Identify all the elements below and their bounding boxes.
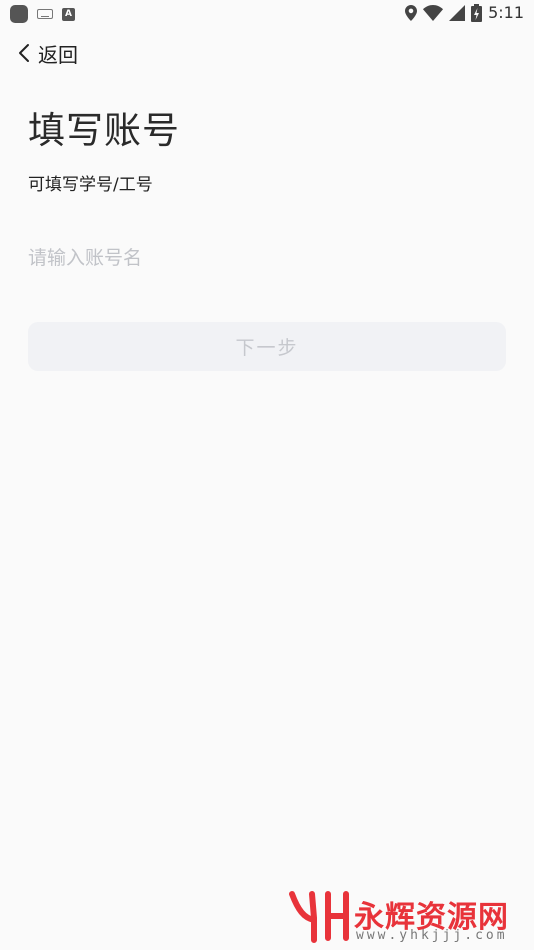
watermark-logo: [289, 891, 349, 943]
page-subtitle: 可填写学号/工号: [28, 175, 153, 195]
input-method-icon: A: [62, 7, 75, 21]
back-button[interactable]: 返回: [18, 38, 78, 68]
back-label: 返回: [38, 42, 78, 67]
wifi-icon: [423, 4, 444, 21]
keyboard-icon: [37, 9, 53, 19]
account-input[interactable]: [28, 240, 506, 276]
chevron-left-icon: [19, 44, 29, 62]
status-time: 5:11: [488, 3, 524, 22]
status-bar: A 5:11: [0, 0, 534, 28]
next-button[interactable]: 下一步: [28, 322, 506, 371]
watermark-url: www.yhkjjj.com: [356, 928, 508, 943]
signal-icon: [449, 4, 466, 21]
status-bar-left: A: [10, 5, 75, 23]
location-icon: [405, 4, 418, 21]
page-title: 填写账号: [28, 109, 180, 152]
battery-charging-icon: [471, 3, 483, 22]
watermark: 永辉资源网 www.yhkjjj.com: [288, 888, 528, 946]
app-icon: [10, 5, 28, 23]
status-bar-right: 5:11: [405, 3, 524, 22]
